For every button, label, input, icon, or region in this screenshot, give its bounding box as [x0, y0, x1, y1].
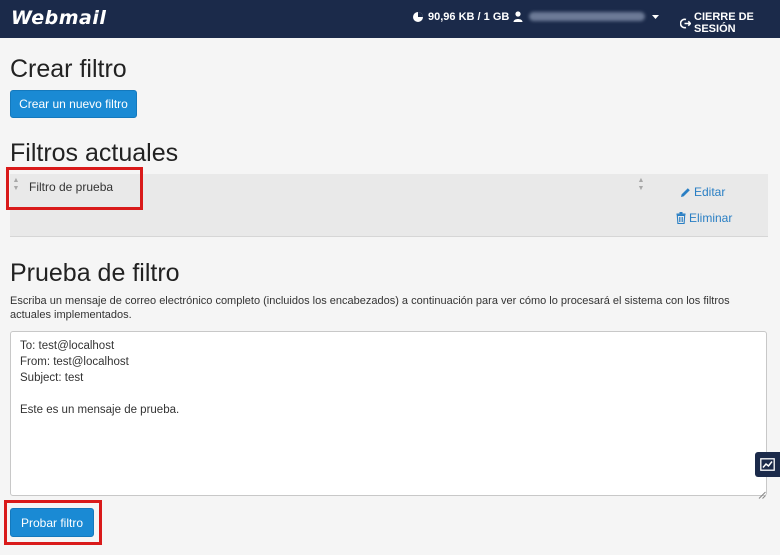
logout-link[interactable]: CIERRE DE SESIÓN	[680, 11, 780, 35]
test-filter-button[interactable]: Probar filtro	[10, 508, 94, 537]
user-email-redacted	[529, 12, 645, 21]
trash-icon	[676, 212, 686, 224]
top-navbar: Webmail 90,96 KB / 1 GB CIERRE DE SESIÓN	[0, 0, 780, 38]
resize-handle-icon[interactable]	[758, 486, 766, 499]
disk-quota[interactable]: 90,96 KB / 1 GB	[412, 11, 509, 23]
quota-text: 90,96 KB / 1 GB	[428, 11, 510, 23]
pie-chart-icon	[412, 11, 424, 23]
current-filters-heading: Filtros actuales	[10, 139, 179, 167]
pencil-icon	[680, 187, 691, 198]
edit-label: Editar	[694, 185, 726, 199]
drag-handle-icon[interactable]: ▲ ▼	[12, 177, 20, 193]
create-new-filter-button[interactable]: Crear un nuevo filtro	[10, 90, 137, 118]
sign-out-icon	[680, 18, 691, 29]
logout-label: CIERRE DE SESIÓN	[694, 11, 754, 35]
filter-name: Filtro de prueba	[29, 180, 114, 194]
webmail-logo[interactable]: Webmail	[11, 7, 106, 29]
test-message-textarea[interactable]: To: test@localhost From: test@localhost …	[10, 331, 767, 496]
line-chart-icon	[760, 458, 775, 471]
edit-filter-link[interactable]: Editar	[680, 185, 725, 199]
filter-test-heading: Prueba de filtro	[10, 259, 180, 287]
create-filter-heading: Crear filtro	[10, 55, 127, 83]
filter-row: ▲ ▼ Filtro de prueba ▲ ▼ Editar Eliminar	[10, 174, 768, 237]
caret-down-icon	[651, 14, 660, 20]
delete-label: Eliminar	[689, 211, 733, 225]
filter-test-description: Escriba un mensaje de correo electrónico…	[10, 295, 730, 321]
user-menu[interactable]	[513, 11, 660, 22]
drag-handle-icon[interactable]: ▲ ▼	[637, 177, 645, 193]
stats-widget-button[interactable]	[755, 452, 780, 477]
delete-filter-link[interactable]: Eliminar	[676, 211, 732, 225]
user-icon	[513, 11, 523, 22]
